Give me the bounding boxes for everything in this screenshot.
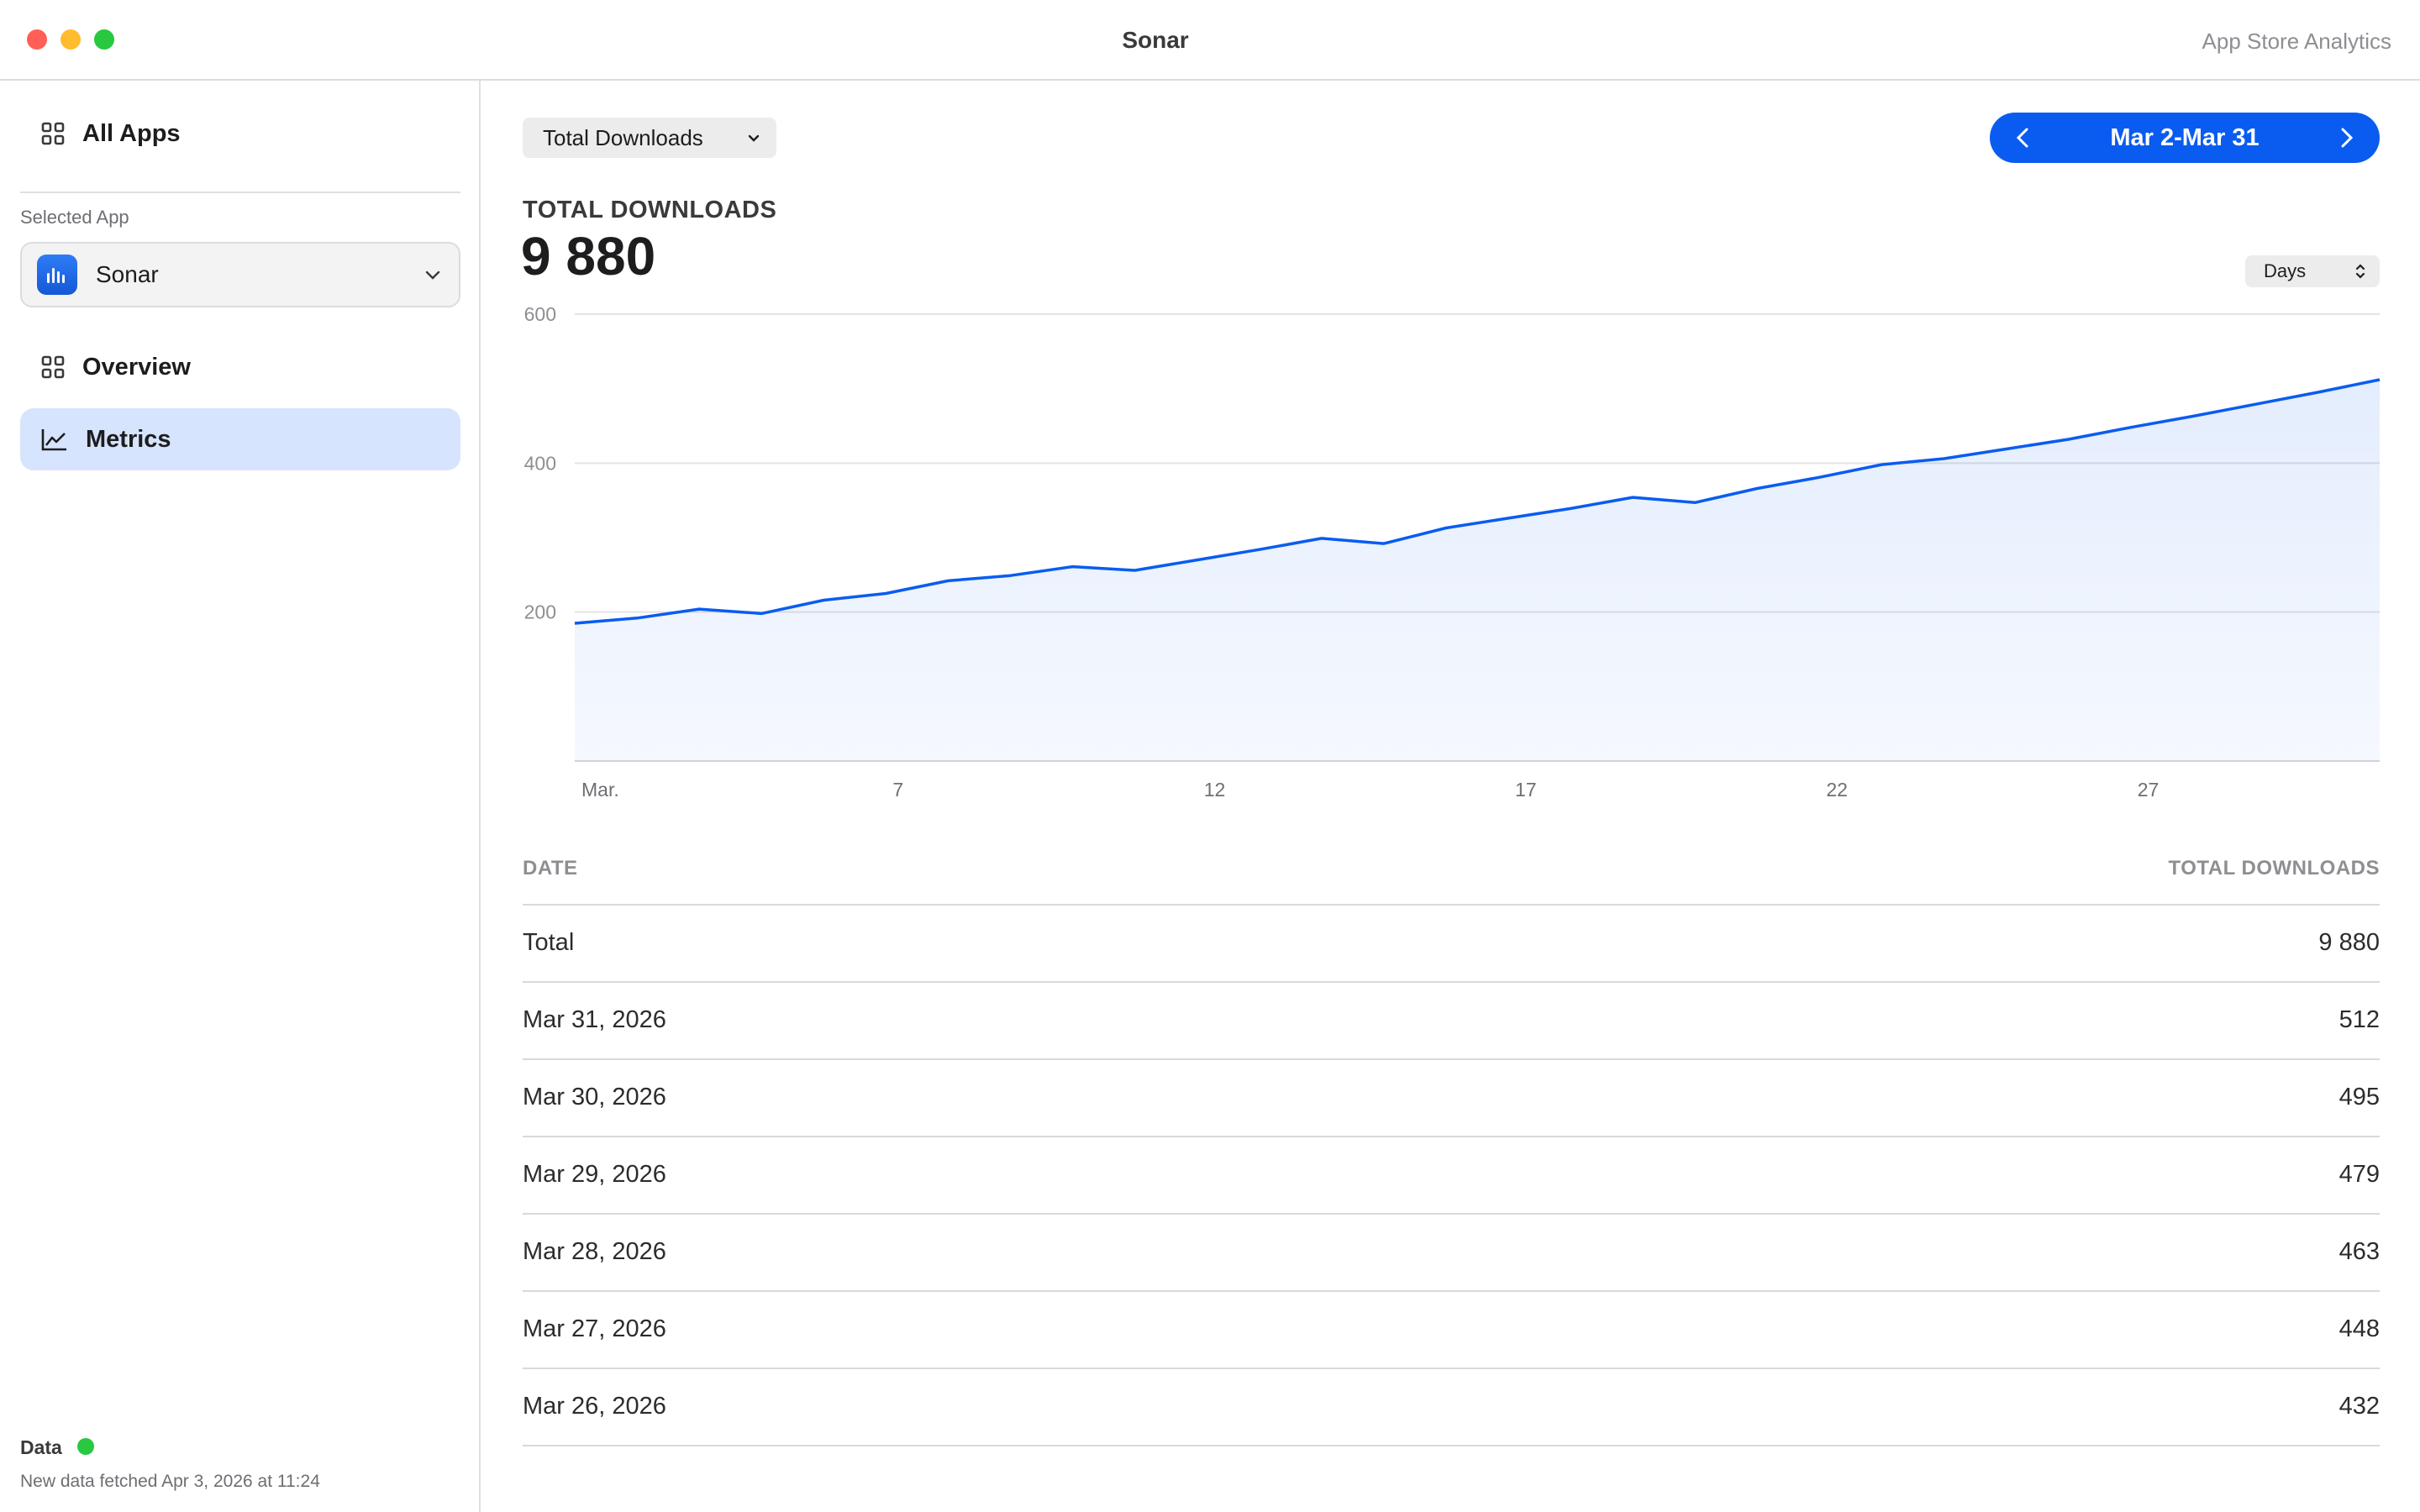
downloads-table: DATE TOTAL DOWNLOADS Total 9 880 Mar 31,… [523, 840, 2380, 1446]
table-row: Mar 26, 2026 432 [523, 1369, 2380, 1446]
sidebar-item-label: Metrics [86, 425, 171, 453]
sonar-app-icon [37, 255, 77, 295]
table-row: Mar 30, 2026 495 [523, 1060, 2380, 1137]
x-tick-label: Mar. [581, 779, 619, 801]
data-status-indicator [77, 1438, 94, 1455]
row-date: Mar 27, 2026 [523, 1315, 666, 1342]
data-status-title: Data [20, 1436, 62, 1458]
metric-heading: TOTAL DOWNLOADS [523, 197, 777, 223]
line-chart-icon [41, 429, 66, 451]
up-down-chevron-icon [2355, 264, 2365, 279]
x-tick-label: 12 [1204, 779, 1226, 801]
grid-icon [41, 355, 65, 379]
period-selector[interactable]: Days [2245, 255, 2380, 287]
table-row: Mar 28, 2026 463 [523, 1215, 2380, 1292]
sidebar-divider [20, 192, 460, 193]
row-date: Mar 31, 2026 [523, 1006, 666, 1033]
y-tick-label: 400 [524, 452, 556, 474]
table-row: Mar 29, 2026 479 [523, 1137, 2380, 1215]
window-title: Sonar [1122, 27, 1189, 53]
row-value: 479 [2338, 1161, 2380, 1188]
row-date: Total [523, 929, 575, 956]
sidebar-item-all-apps[interactable]: All Apps [20, 102, 460, 165]
y-tick-label: 200 [524, 601, 556, 623]
x-tick-label: 17 [1515, 779, 1537, 801]
row-date: Mar 28, 2026 [523, 1238, 666, 1265]
chevron-down-icon [748, 134, 760, 142]
row-value: 448 [2338, 1315, 2380, 1342]
selected-app-name: Sonar [96, 261, 159, 287]
row-date: Mar 26, 2026 [523, 1393, 666, 1420]
app-selector[interactable]: Sonar [20, 242, 460, 307]
chevron-right-icon[interactable] [2334, 126, 2358, 150]
table-row-total: Total 9 880 [523, 906, 2380, 983]
row-value: 512 [2338, 1006, 2380, 1033]
metric-total-value: 9 880 [521, 226, 656, 286]
minimize-window-button[interactable] [60, 29, 81, 50]
y-tick-label: 600 [524, 303, 556, 325]
row-date: Mar 30, 2026 [523, 1084, 666, 1110]
sidebar-item-label: Overview [82, 353, 191, 381]
sidebar-item-label: All Apps [82, 119, 181, 147]
x-tick-label: 27 [2138, 779, 2160, 801]
downloads-area [575, 380, 2380, 761]
column-header-total-downloads[interactable]: TOTAL DOWNLOADS [2169, 857, 2380, 880]
column-header-date[interactable]: DATE [523, 857, 578, 880]
selected-app-label: Selected App [20, 207, 129, 228]
title-bar: Sonar App Store Analytics [0, 0, 2420, 81]
date-range-control: Mar 2-Mar 31 [1990, 113, 2380, 163]
sidebar-item-metrics[interactable]: Metrics [20, 408, 460, 470]
x-tick-label: 22 [1826, 779, 1848, 801]
grid-icon [41, 122, 65, 145]
data-status-text: New data fetched Apr 3, 2026 at 11:24 [20, 1472, 320, 1491]
row-value: 9 880 [2318, 929, 2380, 956]
table-header: DATE TOTAL DOWNLOADS [523, 840, 2380, 906]
table-row: Mar 31, 2026 512 [523, 983, 2380, 1060]
sidebar-item-overview[interactable]: Overview [20, 336, 460, 398]
sidebar: All Apps Selected App Sonar Overview Met… [0, 81, 481, 1512]
chevron-down-icon [425, 270, 440, 280]
metric-selector-value: Total Downloads [543, 124, 703, 150]
row-value: 463 [2338, 1238, 2380, 1265]
window-subtitle: App Store Analytics [2202, 29, 2391, 54]
downloads-chart: 200 400 600 Mar. 7 12 17 22 27 [524, 303, 2381, 801]
period-selector-value: Days [2264, 260, 2307, 281]
zoom-window-button[interactable] [94, 29, 114, 50]
row-value: 495 [2338, 1084, 2380, 1110]
date-range-label[interactable]: Mar 2-Mar 31 [1990, 124, 2380, 152]
close-window-button[interactable] [27, 29, 47, 50]
row-date: Mar 29, 2026 [523, 1161, 666, 1188]
row-value: 432 [2338, 1393, 2380, 1420]
x-tick-label: 7 [892, 779, 903, 801]
metric-selector[interactable]: Total Downloads [523, 118, 776, 158]
table-row: Mar 27, 2026 448 [523, 1292, 2380, 1369]
